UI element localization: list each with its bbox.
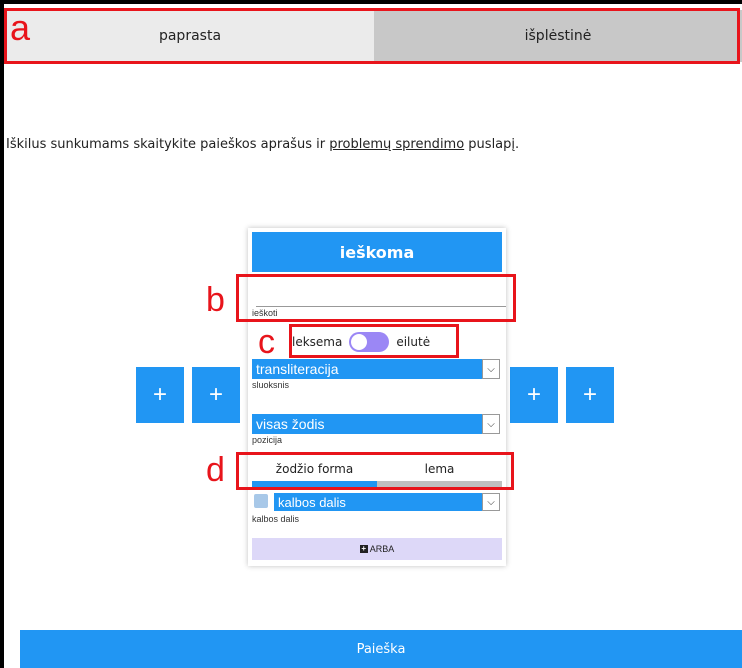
pos-checkbox[interactable] [254, 494, 268, 508]
search-button[interactable]: Paieška [20, 630, 742, 668]
position-select[interactable]: visas žodis ⌵ [252, 414, 500, 434]
problem-solving-link[interactable]: problemų sprendimo [329, 137, 464, 152]
plus-square-icon: + [359, 544, 368, 553]
chevron-down-icon: ⌵ [482, 493, 500, 511]
pos-label: kalbos dalis [252, 514, 300, 524]
pos-select[interactable]: kalbos dalis ⌵ [274, 493, 500, 511]
annotation-box-b [236, 274, 516, 322]
position-select-value: visas žodis [256, 416, 325, 432]
position-label: pozicija [252, 435, 283, 445]
chevron-down-icon: ⌵ [482, 414, 500, 434]
annotation-label-b: b [206, 281, 225, 319]
annotation-label-a: a [10, 7, 31, 48]
pos-select-value: kalbos dalis [278, 494, 346, 510]
layer-label: sluoksnis [252, 380, 290, 390]
layer-select[interactable]: transliteracija ⌵ [252, 359, 500, 379]
annotation-box-c [289, 324, 459, 358]
panel-header: ieškoma [252, 232, 502, 272]
add-right-outer-button[interactable]: + [566, 367, 614, 423]
annotation-box-a [4, 8, 740, 64]
chevron-down-icon: ⌵ [482, 359, 500, 379]
frame-top-border [0, 0, 742, 4]
help-text-after: puslapį. [464, 137, 520, 152]
add-left-outer-button[interactable]: + [136, 367, 184, 423]
annotation-label-d: d [206, 451, 225, 489]
or-button[interactable]: + ARBA [252, 538, 502, 560]
help-text-before: Iškilus sunkumams skaitykite paieškos ap… [6, 137, 330, 152]
help-text: Iškilus sunkumams skaitykite paieškos ap… [6, 137, 519, 152]
annotation-box-d [236, 452, 514, 490]
add-left-inner-button[interactable]: + [192, 367, 240, 423]
or-button-label: ARBA [369, 544, 395, 554]
layer-select-value: transliteracija [256, 361, 339, 377]
frame-left-border [0, 0, 4, 668]
add-right-inner-button[interactable]: + [510, 367, 558, 423]
annotation-label-c: c [258, 323, 275, 361]
